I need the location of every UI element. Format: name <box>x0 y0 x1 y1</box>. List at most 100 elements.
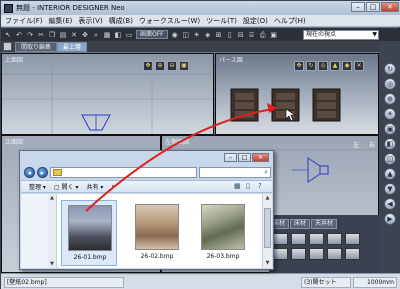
material-thumb[interactable] <box>327 233 342 245</box>
material-thumb[interactable] <box>345 233 360 245</box>
material-icon[interactable]: ◈ <box>204 31 212 39</box>
material-thumb[interactable] <box>345 248 360 260</box>
menu-view[interactable]: 表示(V) <box>78 16 102 26</box>
address-bar[interactable] <box>49 166 197 178</box>
menu-help[interactable]: ヘルプ(H) <box>274 16 306 26</box>
tab-ceiling-material[interactable]: 天井材 <box>311 219 338 229</box>
maximize-button[interactable]: □ <box>366 2 380 12</box>
close-button[interactable]: ✕ <box>381 2 399 12</box>
cursor-icon[interactable]: ↖ <box>4 31 12 39</box>
file-item[interactable]: 26-02.bmp <box>129 200 185 266</box>
stairs-icon[interactable]: ⌸ <box>248 31 256 39</box>
undo-icon[interactable]: ↶ <box>15 31 23 39</box>
search-input[interactable]: ⌕ <box>198 166 271 178</box>
scroll-down-icon[interactable]: ▼ <box>48 261 56 267</box>
status-scale: 1000mm <box>353 277 397 288</box>
delete-icon[interactable]: ✕ <box>70 31 78 39</box>
redo-icon[interactable]: ↷ <box>26 31 34 39</box>
window-icon[interactable]: ⊟ <box>237 31 245 39</box>
organize-label: 整理 <box>29 184 42 191</box>
preview-pane-icon[interactable]: ▯ <box>246 182 254 191</box>
camera-icon[interactable]: ◫ <box>182 31 190 39</box>
tab-floor-material-2[interactable]: 床材 <box>290 219 311 229</box>
sun-icon[interactable]: ☀ <box>384 108 396 120</box>
minimize-button[interactable]: – <box>351 2 365 12</box>
layer-icon[interactable]: ◧ <box>384 138 396 150</box>
floor-icon[interactable] <box>3 42 12 51</box>
right-icon[interactable]: ▶ <box>384 213 396 225</box>
material-thumb[interactable] <box>327 248 342 260</box>
menu-walkthrough[interactable]: ウォークスルー(W) <box>139 16 200 26</box>
print-icon[interactable]: ⎙ <box>259 31 267 39</box>
perspective-drawing <box>230 88 341 122</box>
file-thumbnail <box>135 204 179 250</box>
down-icon[interactable]: ▼ <box>384 183 396 195</box>
menu-settings[interactable]: 設定(O) <box>243 16 268 26</box>
save-icon[interactable]: ▣ <box>270 31 278 39</box>
top-view-viewport[interactable]: 上面図 ✥ ⊕ ⊖ ▣ <box>1 53 214 135</box>
menu-file[interactable]: ファイル(F) <box>5 16 43 26</box>
grid-icon[interactable]: ▦ <box>103 31 111 39</box>
scroll-down-icon[interactable]: ▼ <box>264 260 271 267</box>
material-thumb[interactable] <box>309 233 324 245</box>
layer-icon[interactable]: ◧ <box>114 31 122 39</box>
paste-icon[interactable]: ▤ <box>59 31 67 39</box>
screen-off-toggle[interactable]: 画面OFF <box>136 30 168 39</box>
move-icon[interactable]: ✥ <box>81 31 89 39</box>
rotate-icon[interactable]: ↻ <box>384 63 396 75</box>
status-bar: [壁紙02.bmp] (3)関セット 1000mm <box>1 273 400 289</box>
furniture-icon[interactable]: ⊞ <box>215 31 223 39</box>
cut-icon[interactable]: ✂ <box>37 31 45 39</box>
viewpoint-select[interactable]: 現在の視点 ▼ <box>303 30 379 40</box>
camera-icon[interactable]: ◫ <box>384 153 396 165</box>
forward-arrow-icon[interactable]: ▸ <box>36 166 48 178</box>
door-icon[interactable]: ▯ <box>226 31 234 39</box>
material-thumb[interactable] <box>291 248 306 260</box>
file-name: 26-03.bmp <box>206 253 240 260</box>
explorer-close-button[interactable]: ✕ <box>252 153 269 162</box>
explorer-minimize-button[interactable]: – <box>224 153 237 162</box>
material-thumb[interactable] <box>291 233 306 245</box>
top-view-drawing <box>2 66 213 134</box>
wall-icon[interactable]: ▭ <box>125 31 133 39</box>
nav-scrollbar[interactable]: ▲ ▼ <box>48 194 56 268</box>
more-button[interactable]: » <box>111 183 115 190</box>
file-explorer-window[interactable]: – □ ✕ ◂ ▸ ⌕ 整理 ▾ ▢ 開く ▾ 共有 ▾ » ▦ ▯ ? ▲ ▼… <box>19 150 274 270</box>
organize-button[interactable]: 整理 ▾ <box>29 182 46 191</box>
tab-floor-edit[interactable]: 間取り編集 <box>15 42 58 52</box>
scroll-up-icon[interactable]: ▲ <box>48 195 56 201</box>
open-button[interactable]: ▢ 開く ▾ <box>54 182 79 191</box>
explorer-command-bar: 整理 ▾ ▢ 開く ▾ 共有 ▾ » ▦ ▯ ? <box>21 180 272 193</box>
scroll-up-icon[interactable]: ▲ <box>264 195 271 202</box>
navigation-pane[interactable]: ▲ ▼ <box>21 194 57 268</box>
tab-upper-floor[interactable]: 最上層 <box>57 42 88 52</box>
scroll-thumb[interactable] <box>264 208 271 248</box>
up-icon[interactable]: ▲ <box>384 168 396 180</box>
left-icon[interactable]: ◀ <box>384 198 396 210</box>
view-options-icon[interactable]: ▦ <box>234 182 242 191</box>
zoom-icon[interactable]: ⌕ <box>92 31 100 39</box>
help-icon[interactable]: ? <box>258 182 266 191</box>
material-thumb[interactable] <box>273 233 288 245</box>
right-label: 右 <box>369 142 376 149</box>
zoom-icon[interactable]: ⊕ <box>384 93 396 105</box>
material-thumb[interactable] <box>309 248 324 260</box>
share-button[interactable]: 共有 ▾ <box>86 182 103 191</box>
file-item[interactable]: 26-03.bmp <box>195 200 251 266</box>
menu-build[interactable]: 構成(B) <box>109 16 133 26</box>
share-label: 共有 <box>86 184 99 191</box>
file-item[interactable]: 26-01.bmp <box>61 200 117 266</box>
light-icon[interactable]: ☀ <box>193 31 201 39</box>
fit-icon[interactable]: ▣ <box>384 123 396 135</box>
material-thumb[interactable] <box>273 248 288 260</box>
orbit-icon[interactable]: ◎ <box>384 78 396 90</box>
perspective-viewport[interactable]: パース図 ✥ ↻ ◎ ▲ ◉ ✕ <box>215 53 379 135</box>
menu-tools[interactable]: ツール(T) <box>206 16 237 26</box>
content-scrollbar[interactable]: ▲ ▼ <box>262 194 272 268</box>
viewpoint-select-value: 現在の視点 <box>306 31 337 38</box>
back-arrow-icon[interactable]: ◂ <box>24 166 35 178</box>
menu-edit[interactable]: 編集(E) <box>49 16 73 26</box>
copy-icon[interactable]: ❐ <box>48 31 56 39</box>
explorer-maximize-button[interactable]: □ <box>238 153 251 162</box>
render-icon[interactable]: ◉ <box>171 31 179 39</box>
